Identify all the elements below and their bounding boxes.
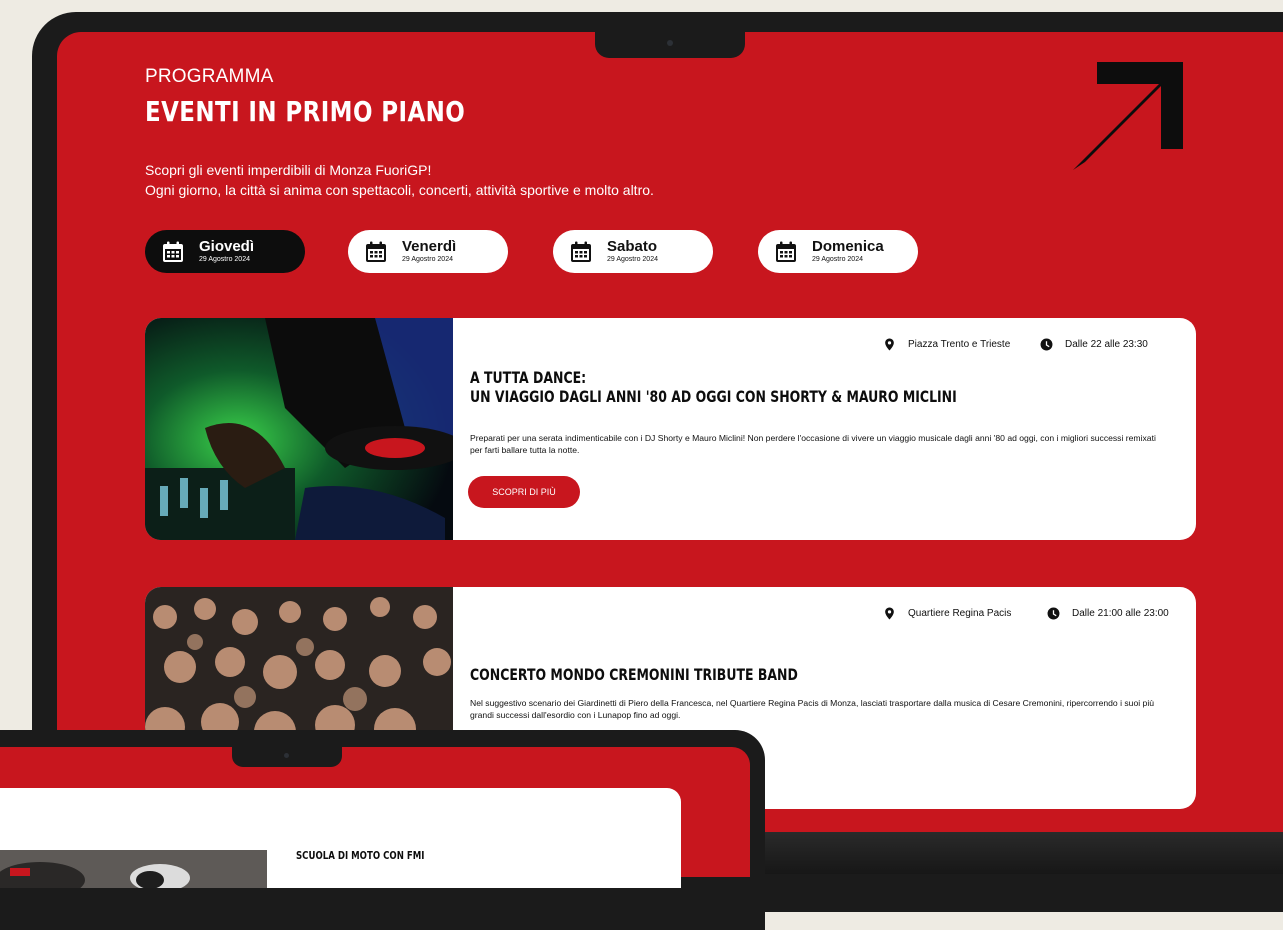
event-title: SCUOLA DI MOTO CON FMI <box>296 849 425 862</box>
day-date: 29 Agostro 2024 <box>607 256 658 263</box>
day-tab-venerdi[interactable]: Venerdì 29 Agostro 2024 <box>348 230 508 273</box>
day-name: Venerdì <box>402 238 457 255</box>
day-tab-giovedi[interactable]: Giovedì 29 Agostro 2024 <box>145 230 305 273</box>
event-title-line: UN VIAGGIO DAGLI ANNI '80 AD OGGI CON SH… <box>470 387 957 406</box>
event-photo-dj <box>145 318 453 540</box>
clock-icon <box>1047 607 1060 620</box>
day-name: Giovedì <box>199 238 255 255</box>
day-date: 29 Agostro 2024 <box>199 256 250 263</box>
day-tab-sabato[interactable]: Sabato 29 Agostro 2024 <box>553 230 713 273</box>
day-tab-domenica[interactable]: Domenica 29 Agostro 2024 <box>758 230 918 273</box>
event-description: Preparati per una serata indimenticabile… <box>470 433 1156 455</box>
arrow-up-right-icon[interactable] <box>1070 55 1195 180</box>
section-eyebrow: PROGRAMMA <box>145 66 274 87</box>
location-pin-icon <box>885 338 894 351</box>
intro-line: Ogni giorno, la città si anima con spett… <box>145 182 654 198</box>
section-intro: Scopri gli eventi imperdibili di Monza F… <box>145 160 654 200</box>
event-card-secondary: SCUOLA DI MOTO CON FMI <box>0 788 681 888</box>
event-title: A TUTTA DANCE: UN VIAGGIO DAGLI ANNI '80… <box>470 368 957 406</box>
day-name: Sabato <box>607 238 658 255</box>
scopri-di-piu-button[interactable]: SCOPRI DI PIÙ <box>468 476 580 508</box>
event-photo-motorbike <box>0 850 267 888</box>
event-description: Nel suggestivo scenario dei Giardinetti … <box>470 698 1155 720</box>
location-label: Quartiere Regina Pacis <box>908 608 1012 619</box>
event-title: CONCERTO MONDO CREMONINI TRIBUTE BAND <box>470 665 798 684</box>
location-label: Piazza Trento e Trieste <box>908 339 1011 350</box>
event-card: Piazza Trento e Trieste Dalle 22 alle 23… <box>145 318 1196 540</box>
calendar-icon <box>366 241 386 262</box>
calendar-icon <box>571 241 591 262</box>
intro-line: Scopri gli eventi imperdibili di Monza F… <box>145 162 432 178</box>
location-pin-icon <box>885 607 894 620</box>
event-time: Dalle 21:00 alle 23:00 <box>1047 607 1169 620</box>
event-location: Quartiere Regina Pacis <box>883 607 1011 620</box>
page-title: EVENTI IN PRIMO PIANO <box>145 95 466 128</box>
calendar-icon <box>776 241 796 262</box>
day-date: 29 Agostro 2024 <box>402 256 453 263</box>
clock-icon <box>1040 338 1053 351</box>
second-camera-notch <box>232 747 342 767</box>
day-date: 29 Agostro 2024 <box>812 256 863 263</box>
event-location: Piazza Trento e Trieste <box>883 338 1010 351</box>
time-label: Dalle 21:00 alle 23:00 <box>1072 608 1169 619</box>
event-title-line: A TUTTA DANCE: <box>470 368 587 387</box>
day-name: Domenica <box>812 238 884 255</box>
time-label: Dalle 22 alle 23:30 <box>1065 339 1148 350</box>
camera-notch <box>595 32 745 58</box>
event-time: Dalle 22 alle 23:30 <box>1040 338 1148 351</box>
calendar-icon <box>163 241 183 262</box>
